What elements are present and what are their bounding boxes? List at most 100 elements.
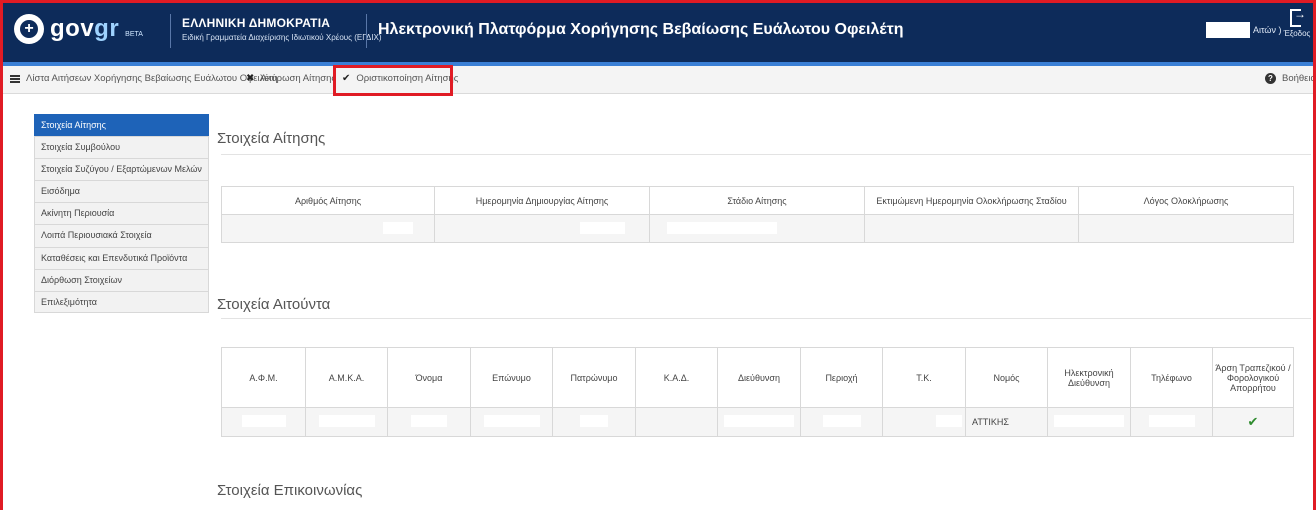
column-header: Τ.Κ. (882, 347, 966, 408)
application-section-title: Στοιχεία Αίτησης (217, 130, 326, 147)
completion-reason-cell (1078, 214, 1294, 243)
column-header: Τηλέφωνο (1130, 347, 1213, 408)
redacted-value (318, 415, 375, 427)
finalize-application-button[interactable]: ✔ Οριστικοποίηση Αίτησης (342, 73, 458, 84)
redacted-value (241, 415, 286, 427)
sidebar-item-income[interactable]: Εισόδημα (34, 180, 209, 203)
platform-title: Ηλεκτρονική Πλατφόρμα Χορήγησης Βεβαίωση… (378, 21, 904, 38)
afm-cell (221, 407, 306, 437)
column-header: Επώνυμο (470, 347, 553, 408)
postal-code-cell (882, 407, 966, 437)
help-icon: ? (1265, 73, 1276, 84)
column-header: Πατρώνυμο (552, 347, 636, 408)
header-divider (366, 14, 367, 48)
contact-section-title: Στοιχεία Επικοινωνίας (217, 482, 363, 499)
logo-text: govgr (50, 15, 119, 43)
column-header: Διεύθυνση (717, 347, 801, 408)
email-cell (1047, 407, 1131, 437)
redacted-value (667, 221, 777, 234)
father-name-cell (552, 407, 636, 437)
column-header: Άρση Τραπεζικού / Φορολογικού Απορρήτου (1212, 347, 1294, 408)
top-header: govgr BETA ΕΛΛΗΝΙΚΗ ΔΗΜΟΚΡΑΤΙΑ Ειδική Γρ… (0, 0, 1316, 62)
redacted-value (1148, 415, 1195, 427)
redacted-value (383, 221, 413, 234)
redacted-value (580, 415, 608, 427)
redacted-value (411, 415, 447, 427)
address-cell (717, 407, 801, 437)
section-divider (221, 318, 1311, 319)
stage-cell (649, 214, 865, 243)
sidebar-item-data-correction[interactable]: Διόρθωση Στοιχείων (34, 268, 209, 291)
column-header: Κ.Α.Δ. (635, 347, 718, 408)
column-header: Όνομα (387, 347, 471, 408)
application-table: Αριθμός Αίτησης Ημερομηνία Δημιουργίας Α… (221, 186, 1294, 243)
greek-emblem-icon (14, 14, 44, 44)
column-header: Ηλεκτρονική Διεύθυνση (1047, 347, 1131, 408)
table-header-row: Α.Φ.Μ. Α.Μ.Κ.Α. Όνομα Επώνυμο Πατρώνυμο … (221, 347, 1294, 408)
org-subtitle: Ειδική Γραμματεία Διαχείρισης Ιδιωτικού … (182, 33, 382, 42)
check-icon: ✔ (1247, 414, 1259, 429)
column-header: Α.Μ.Κ.Α. (305, 347, 388, 408)
column-header: Αριθμός Αίτησης (221, 186, 435, 215)
sidebar-item-real-estate[interactable]: Ακίνητη Περιουσία (34, 202, 209, 225)
action-toolbar: Λίστα Αιτήσεων Χορήγησης Βεβαίωσης Ευάλω… (0, 66, 1316, 94)
applicant-section-title: Στοιχεία Αιτούντα (217, 296, 331, 313)
column-header: Ημερομηνία Δημιουργίας Αίτησης (434, 186, 650, 215)
column-header: Α.Φ.Μ. (221, 347, 306, 408)
secrecy-waiver-cell: ✔ (1212, 407, 1294, 437)
redacted-username (1206, 22, 1250, 38)
sidebar-item-spouse-dependents[interactable]: Στοιχεία Συζύγου / Εξαρτώμενων Μελών (34, 158, 209, 181)
column-header: Περιοχή (800, 347, 883, 408)
sidebar-nav: Στοιχεία Αίτησης Στοιχεία Συμβούλου Στοι… (34, 114, 209, 313)
column-header: Εκτιμώμενη Ημερομηνία Ολοκλήρωσης Σταδίο… (864, 186, 1079, 215)
user-role: Αιτών ) (1253, 25, 1282, 35)
cancel-application-button[interactable]: ✖ Ακύρωση Αίτησης (246, 73, 336, 84)
kad-cell (635, 407, 718, 437)
user-info: Αιτών ) (1206, 22, 1281, 38)
applicant-table: Α.Φ.Μ. Α.Μ.Κ.Α. Όνομα Επώνυμο Πατρώνυμο … (221, 347, 1294, 437)
table-header-row: Αριθμός Αίτησης Ημερομηνία Δημιουργίας Α… (221, 186, 1294, 215)
redacted-value (822, 415, 861, 427)
application-number-cell (221, 214, 435, 243)
column-header: Λόγος Ολοκλήρωσης (1078, 186, 1294, 215)
sidebar-item-deposits-investments[interactable]: Καταθέσεις και Επενδυτικά Προϊόντα (34, 246, 209, 269)
close-icon: ✖ (246, 73, 255, 84)
area-cell (800, 407, 883, 437)
amka-cell (305, 407, 388, 437)
table-row: ΑΤΤΙΚΗΣ ✔ (221, 407, 1294, 437)
beta-badge: BETA (125, 30, 143, 38)
first-name-cell (387, 407, 471, 437)
applications-list-label: Λίστα Αιτήσεων Χορήγησης Βεβαίωσης Ευάλω… (26, 73, 278, 84)
logout-button[interactable]: Έξοδος (1282, 7, 1312, 38)
estimated-completion-cell (864, 214, 1079, 243)
column-header: Στάδιο Αίτησης (649, 186, 865, 215)
list-icon (10, 74, 20, 83)
help-menu[interactable]: ? Βοήθεια (1265, 73, 1316, 84)
redacted-value (936, 415, 962, 427)
applications-list-link[interactable]: Λίστα Αιτήσεων Χορήγησης Βεβαίωσης Ευάλω… (10, 73, 278, 84)
table-row (221, 214, 1294, 243)
check-icon: ✔ (342, 73, 351, 84)
govgr-logo[interactable]: govgr BETA (14, 14, 143, 44)
redacted-value (1054, 415, 1124, 427)
org-block: ΕΛΛΗΝΙΚΗ ΔΗΜΟΚΡΑΤΙΑ Ειδική Γραμματεία Δι… (182, 16, 382, 42)
phone-cell (1130, 407, 1213, 437)
redacted-value (579, 221, 625, 234)
redacted-value (724, 415, 794, 427)
sidebar-item-advisor-details[interactable]: Στοιχεία Συμβούλου (34, 136, 209, 159)
org-title: ΕΛΛΗΝΙΚΗ ΔΗΜΟΚΡΑΤΙΑ (182, 16, 331, 30)
sidebar-item-other-assets[interactable]: Λοιπά Περιουσιακά Στοιχεία (34, 224, 209, 247)
sidebar-item-application-details[interactable]: Στοιχεία Αίτησης (34, 114, 209, 137)
logout-label: Έξοδος (1283, 29, 1311, 38)
logout-icon (1290, 7, 1306, 27)
help-label: Βοήθεια (1282, 73, 1316, 84)
sidebar-item-eligibility[interactable]: Επιλεξιμότητα (34, 290, 209, 313)
nomos-cell: ΑΤΤΙΚΗΣ (965, 407, 1048, 437)
column-header: Νομός (965, 347, 1048, 408)
section-divider (221, 154, 1311, 155)
creation-date-cell (434, 214, 650, 243)
cancel-application-label: Ακύρωση Αίτησης (260, 73, 336, 84)
redacted-value (483, 415, 540, 427)
logo-gr: gr (94, 15, 120, 42)
logo-gov: gov (50, 15, 95, 42)
